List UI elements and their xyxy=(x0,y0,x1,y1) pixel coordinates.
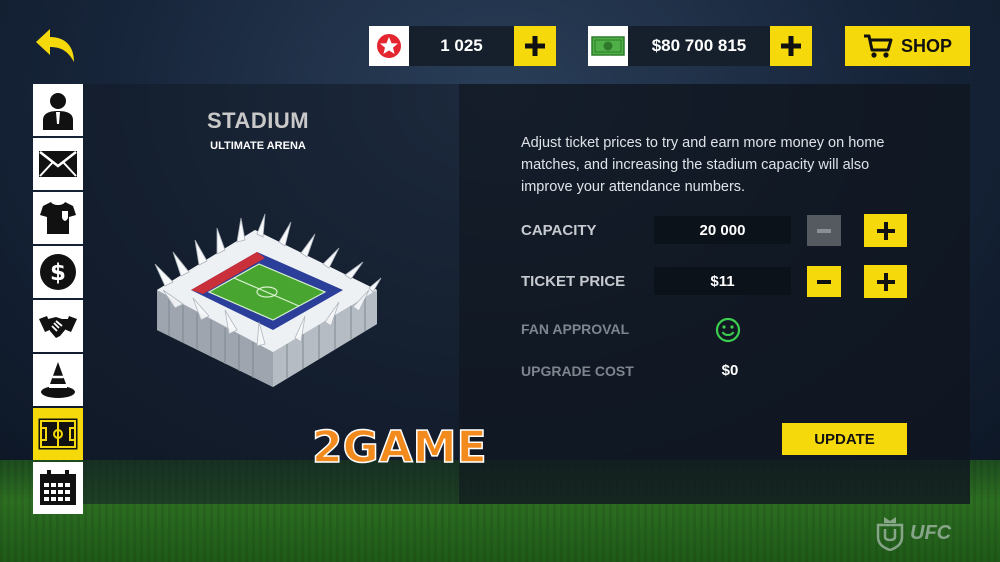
banknote-icon xyxy=(588,26,628,66)
stadium-field-icon xyxy=(38,418,78,450)
ticket-price-decrease-button[interactable] xyxy=(807,266,841,297)
handshake-icon xyxy=(39,316,77,338)
mail-icon xyxy=(39,151,77,177)
side-menu: $ xyxy=(33,84,83,516)
plus-icon xyxy=(781,36,801,56)
back-button[interactable] xyxy=(32,26,78,66)
money-value: $80 700 815 xyxy=(628,26,770,66)
smiley-face-icon xyxy=(715,317,741,343)
menu-stadium[interactable] xyxy=(33,408,83,460)
stars-value: 1 025 xyxy=(409,26,514,66)
ticket-price-increase-button[interactable] xyxy=(864,265,907,298)
back-arrow-icon xyxy=(36,29,74,62)
capacity-label: CAPACITY xyxy=(521,222,597,239)
plus-icon xyxy=(876,221,895,240)
capacity-value: 20 000 xyxy=(654,216,791,244)
add-money-button[interactable] xyxy=(770,26,812,66)
plus-icon xyxy=(876,272,895,291)
ufc-logo-text: UFC xyxy=(910,521,952,544)
stadium-illustration xyxy=(154,213,382,387)
money-currency: $80 700 815 xyxy=(588,26,812,66)
2game-watermark-logo: 2GAME xyxy=(312,421,487,472)
ticket-price-label: TICKET PRICE xyxy=(521,273,626,290)
menu-kit[interactable] xyxy=(33,192,83,244)
training-cone-icon xyxy=(41,362,75,398)
manager-icon xyxy=(43,93,73,130)
club-crest-icon xyxy=(876,517,904,551)
shopping-cart-icon xyxy=(863,34,893,58)
star-badge-icon xyxy=(369,26,409,66)
shop-button[interactable]: SHOP xyxy=(845,26,970,66)
upgrade-cost-label: UPGRADE COST xyxy=(521,363,634,379)
ticket-price-value: $11 xyxy=(654,267,791,295)
fan-approval-label: FAN APPROVAL xyxy=(521,321,630,337)
svg-text:2GAME: 2GAME xyxy=(312,422,487,472)
update-button[interactable]: UPDATE xyxy=(782,423,907,455)
upgrade-cost-value: $0 xyxy=(721,362,739,379)
menu-finances[interactable]: $ xyxy=(33,246,83,298)
stadium-name: ULTIMATE ARENA xyxy=(210,140,306,152)
stadium-title: STADIUM xyxy=(206,108,310,133)
calendar-icon xyxy=(40,470,76,505)
menu-manager[interactable] xyxy=(33,84,83,136)
minus-icon xyxy=(817,228,831,233)
stadium-description: Adjust ticket prices to try and earn mor… xyxy=(521,135,885,195)
menu-mail[interactable] xyxy=(33,138,83,190)
menu-training[interactable] xyxy=(33,354,83,406)
ufc-logo: UFC xyxy=(876,512,976,554)
capacity-decrease-button[interactable] xyxy=(807,215,841,246)
capacity-increase-button[interactable] xyxy=(864,214,907,247)
stars-currency: 1 025 xyxy=(369,26,556,66)
menu-calendar[interactable] xyxy=(33,462,83,514)
minus-icon xyxy=(817,279,831,284)
add-stars-button[interactable] xyxy=(514,26,556,66)
jersey-icon xyxy=(40,202,76,234)
menu-transfers[interactable] xyxy=(33,300,83,352)
plus-icon xyxy=(525,36,545,56)
shop-label: SHOP xyxy=(900,35,952,56)
svg-text:$: $ xyxy=(50,260,66,286)
dollar-icon: $ xyxy=(40,254,76,290)
